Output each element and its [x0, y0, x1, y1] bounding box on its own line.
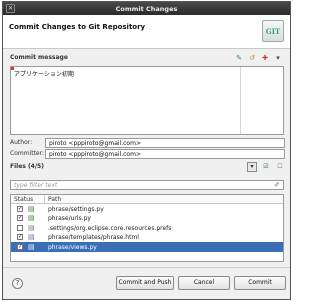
- prefs-file-icon: ▤: [28, 223, 35, 232]
- help-button[interactable]: ?: [12, 278, 23, 289]
- cancel-button[interactable]: Cancel: [178, 276, 230, 290]
- row-checkbox[interactable]: ✓: [17, 234, 23, 240]
- files-table-header: Status Path: [11, 195, 283, 204]
- add-ref-icon[interactable]: ✚: [261, 54, 269, 62]
- row-checkbox[interactable]: ✓: [17, 215, 23, 221]
- path-column-header[interactable]: Path: [48, 196, 61, 203]
- row-checkbox[interactable]: [17, 224, 23, 231]
- table-row[interactable]: ✓ ▤ phrase/settings.py: [11, 204, 283, 214]
- committer-label: Committer:: [10, 150, 44, 157]
- commit-button[interactable]: Commit: [234, 276, 286, 290]
- amend-icon[interactable]: ↺: [248, 54, 256, 62]
- file-path: phrase/settings.py: [48, 205, 104, 213]
- html-file-icon: ▤: [28, 233, 35, 241]
- filter-placeholder: type filter text: [14, 182, 58, 189]
- commit-message-toolbar: ✎ ↺ ✚ ▾: [235, 54, 282, 62]
- title-bar[interactable]: × Commit Changes: [3, 2, 290, 15]
- file-path: phrase/views.py: [48, 243, 97, 251]
- commit-changes-dialog: × Commit Changes Commit Changes to Git R…: [2, 1, 291, 300]
- status-column-header[interactable]: Status: [14, 196, 33, 203]
- files-bar: Files (4/5) ▾ ☑ ☐: [10, 162, 285, 174]
- dialog-header: Commit Changes to Git Repository GIT: [3, 15, 290, 49]
- files-table: Status Path ✓ ▤ phrase/settings.py ✓ ▤ p…: [10, 194, 284, 262]
- menu-arrow-icon[interactable]: ▾: [274, 54, 282, 62]
- author-row: Author: piroto <pppiroto@gmail.com>: [10, 138, 285, 148]
- select-all-icon[interactable]: ☑: [261, 162, 271, 172]
- table-row[interactable]: ✓ ▤ phrase/urls.py: [11, 214, 283, 224]
- file-path: phrase/urls.py: [48, 215, 91, 222]
- dialog-heading: Commit Changes to Git Repository: [9, 23, 146, 31]
- table-row[interactable]: ✓ ▤ phrase/templates/phrase.html: [11, 233, 283, 243]
- python-file-icon: ▤: [28, 204, 35, 213]
- files-label: Files (4/5): [10, 163, 44, 170]
- commit-message-text: アプリケーション初期: [14, 71, 74, 78]
- show-untracked-button[interactable]: ▾: [247, 162, 257, 172]
- button-bar: ? Commit and Push Cancel Commit: [3, 267, 290, 299]
- author-field[interactable]: piroto <pppiroto@gmail.com>: [45, 138, 285, 148]
- file-path: phrase/templates/phrase.html: [48, 234, 139, 241]
- column-divider[interactable]: [44, 195, 45, 203]
- window-title: Commit Changes: [115, 5, 178, 13]
- margin-ruler: [240, 67, 241, 134]
- row-checkbox[interactable]: ✓: [17, 243, 23, 250]
- python-file-icon: ▤: [28, 242, 35, 251]
- commit-and-push-button[interactable]: Commit and Push: [116, 276, 174, 290]
- commit-message-input[interactable]: アプリケーション初期: [10, 66, 284, 135]
- git-logo-icon: GIT: [262, 20, 284, 42]
- files-toolbar: ▾ ☑ ☐: [247, 162, 285, 172]
- python-file-icon: ▤: [28, 214, 35, 222]
- filter-input[interactable]: type filter text ✐: [10, 180, 284, 190]
- row-checkbox[interactable]: ✓: [17, 205, 23, 212]
- committer-row: Committer: piroto <pppiroto@gmail.com>: [10, 149, 285, 159]
- author-label: Author:: [10, 139, 33, 146]
- deselect-all-icon[interactable]: ☐: [275, 162, 285, 172]
- clear-filter-icon[interactable]: ✐: [274, 181, 280, 189]
- file-path: .settings/org.eclipse.core.resources.pre…: [48, 224, 172, 232]
- table-row[interactable]: ✓ ▤ phrase/views.py: [11, 242, 283, 252]
- committer-field[interactable]: piroto <pppiroto@gmail.com>: [45, 149, 285, 159]
- table-row[interactable]: ▤ .settings/org.eclipse.core.resources.p…: [11, 223, 283, 233]
- commit-message-label: Commit message: [10, 54, 68, 61]
- sign-off-icon[interactable]: ✎: [235, 54, 243, 62]
- git-logo-text: GIT: [265, 27, 281, 36]
